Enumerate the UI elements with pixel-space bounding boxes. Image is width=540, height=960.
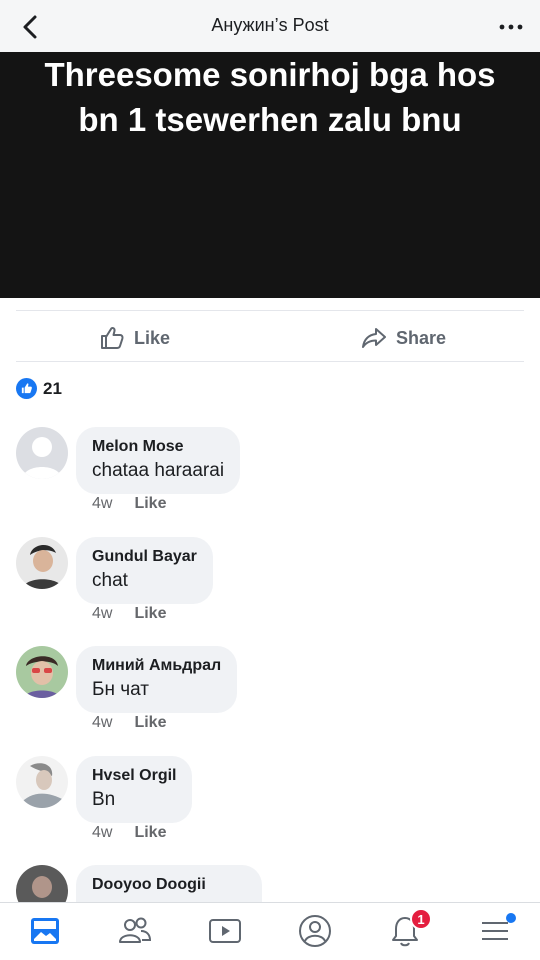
comment-text: Бн чат [92,679,149,700]
avatar[interactable] [16,646,68,698]
comment-meta: 4w Like [92,714,166,732]
thumbs-up-icon [101,326,124,349]
news-feed-icon[interactable] [27,913,63,949]
comment-time: 4w [92,605,113,622]
comment-meta: 4w Like [92,495,166,513]
comment-author[interactable]: Gundul Bayar [92,546,197,568]
share-label: Share [396,327,447,348]
comment-text: chat [92,570,128,591]
comment-meta: 4w Like [92,824,166,842]
watch-icon[interactable] [207,913,243,949]
divider [16,310,524,311]
comment-author[interactable]: Melon Mose [92,436,224,458]
share-button[interactable]: Share [360,320,446,356]
comment-time: 4w [92,714,113,731]
avatar[interactable] [16,756,68,808]
comment-time: 4w [92,824,113,841]
menu-update-dot [506,913,516,923]
divider [16,361,524,362]
reactions-summary[interactable]: 21 [16,378,62,399]
like-button[interactable]: Like [98,320,170,356]
top-bar: Анужин’s Post [0,0,540,52]
comment-like-button[interactable]: Like [134,495,166,513]
comment-bubble[interactable]: Hvsel Orgil Bn [76,756,193,823]
comment-author[interactable]: Hvsel Orgil [92,765,176,787]
reaction-count: 21 [43,378,62,398]
comment-author[interactable]: Dooyoo Doogii [92,874,246,896]
comment-like-button[interactable]: Like [134,605,166,623]
avatar[interactable] [16,537,68,589]
share-icon [362,328,386,348]
comment-time: 4w [92,495,113,512]
more-horizontal-icon[interactable] [496,12,526,42]
like-reaction-icon [16,378,37,399]
friends-icon[interactable] [117,913,153,949]
notification-badge: 1 [410,908,432,930]
comment-bubble[interactable]: Melon Mose chataa haraarai [76,427,241,494]
page-title: Анужин’s Post [211,15,329,35]
tab-bar [0,902,540,960]
avatar[interactable] [16,427,68,479]
comment-bubble[interactable]: Миний Амьдрал Бн чат [76,646,238,713]
comment-meta: 4w Like [92,605,166,623]
comment-text: Bn [92,789,116,810]
comment-like-button[interactable]: Like [134,714,166,732]
comment-text: chataa haraarai [92,460,225,481]
comment-like-button[interactable]: Like [134,824,166,842]
like-label: Like [134,327,171,348]
comment-bubble[interactable]: Gundul Bayar chat [76,537,213,604]
comment-author[interactable]: Миний Амьдрал [92,655,221,677]
post-text-background: Threesome sonirhoj bga hos bn 1 tsewerhe… [0,52,540,298]
profile-icon[interactable] [297,913,333,949]
post-text: Threesome sonirhoj bga hos bn 1 tsewerhe… [44,56,496,138]
